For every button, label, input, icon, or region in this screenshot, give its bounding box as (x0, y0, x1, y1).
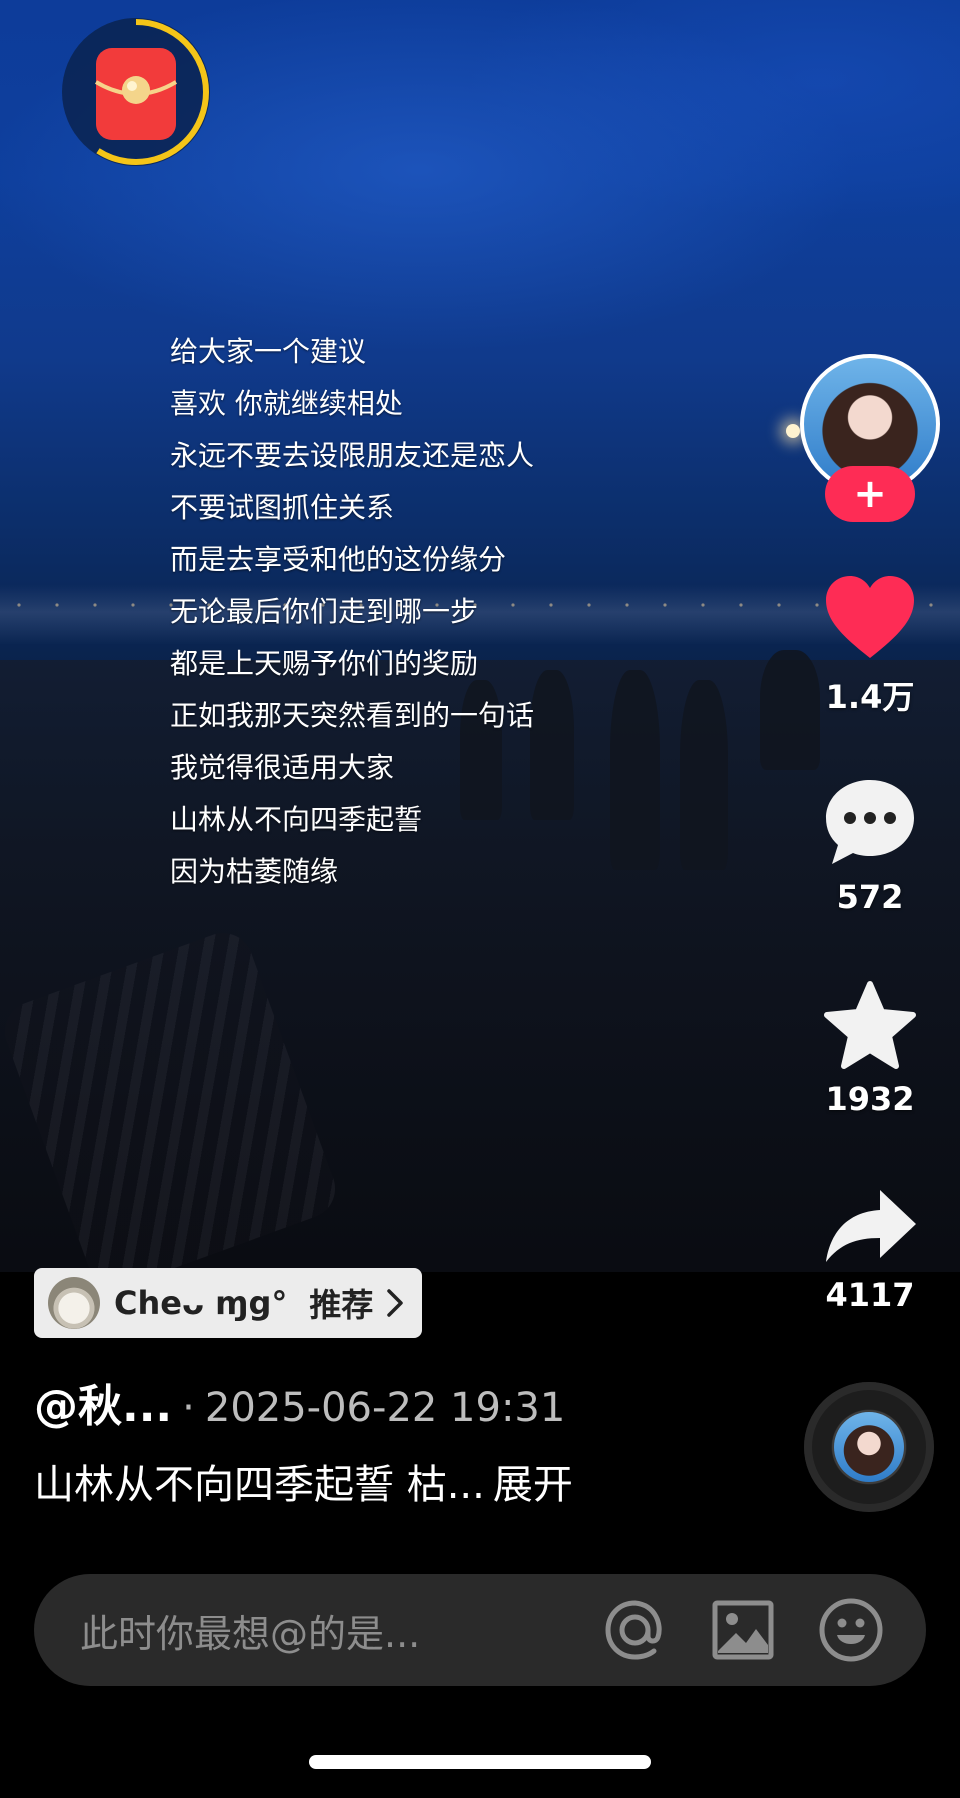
red-envelope-widget[interactable] (62, 18, 210, 166)
recommender-avatar (48, 1277, 100, 1329)
video-caption[interactable]: 山林从不向四季起誓 枯... 展开 (34, 1452, 573, 1510)
recommender-name: Cheᴗ ɱg° (114, 1284, 288, 1322)
lyric-line: 正如我那天突然看到的一句话 (170, 699, 535, 732)
at-mention-icon[interactable] (600, 1595, 670, 1665)
lyric-line: 喜欢 你就继续相处 (170, 387, 403, 420)
music-disc[interactable] (804, 1382, 934, 1512)
lyric-line: 无论最后你们走到哪一步 (170, 595, 479, 628)
like-count: 1.4万 (825, 678, 915, 716)
lyric-line: 永远不要去设限朋友还是恋人 (170, 439, 535, 472)
lyric-line: 我觉得很适用大家 (170, 751, 395, 784)
comment-button[interactable]: 572 (800, 776, 940, 916)
favorite-count: 1932 (825, 1080, 915, 1118)
lyric-line: 山林从不向四季起誓 (170, 803, 423, 836)
bottom-panel (0, 1272, 960, 1798)
image-icon[interactable] (710, 1597, 776, 1663)
comment-count: 572 (836, 878, 904, 916)
favorite-button[interactable]: 1932 (800, 980, 940, 1118)
chevron-right-icon (387, 1289, 404, 1317)
like-button[interactable]: 1.4万 (800, 574, 940, 718)
lyric-line: 给大家一个建议 (170, 335, 367, 368)
home-indicator[interactable] (309, 1755, 651, 1769)
red-envelope-icon (63, 19, 209, 165)
emoji-icon[interactable] (816, 1595, 886, 1665)
share-count: 4117 (825, 1276, 915, 1314)
music-cover-art (834, 1412, 904, 1482)
caption-text: 山林从不向四季起誓 枯... (34, 1462, 485, 1508)
share-button[interactable]: 4117 (800, 1186, 940, 1314)
recommend-pill[interactable]: Cheᴗ ɱg° 推荐 (34, 1268, 422, 1338)
heart-icon (826, 576, 914, 658)
author-name[interactable]: @秋... (34, 1370, 172, 1434)
star-icon (824, 981, 916, 1069)
lyric-line: 都是上天赐予你们的奖励 (170, 647, 479, 680)
share-arrow-icon (826, 1190, 916, 1262)
lyric-line: 而是去享受和他的这份缘分 (170, 543, 507, 576)
comment-input-bar[interactable]: 此时你最想@的是... (34, 1574, 926, 1686)
comment-input-placeholder[interactable]: 此时你最想@的是... (80, 1603, 600, 1658)
post-time: 2025-06-22 19:31 (204, 1385, 566, 1431)
author-line: @秋... · 2025-06-22 19:31 (34, 1370, 565, 1432)
separator-dot: · (182, 1385, 195, 1431)
lyric-line: 因为枯萎随缘 (170, 855, 339, 888)
recommend-label: 推荐 (309, 1286, 374, 1324)
follow-button[interactable]: + (825, 466, 915, 522)
lyric-line: 不要试图抓住关系 (170, 491, 395, 524)
street-lamp (786, 424, 800, 438)
lyrics-text-overlay: 给大家一个建议 喜欢 你就继续相处 永远不要去设限朋友还是恋人 不要试图抓住关系… (170, 326, 690, 898)
comment-bubble-icon (826, 780, 914, 864)
video-screen[interactable]: 给大家一个建议 喜欢 你就继续相处 永远不要去设限朋友还是恋人 不要试图抓住关系… (0, 0, 960, 1798)
expand-link[interactable]: 展开 (493, 1462, 573, 1508)
